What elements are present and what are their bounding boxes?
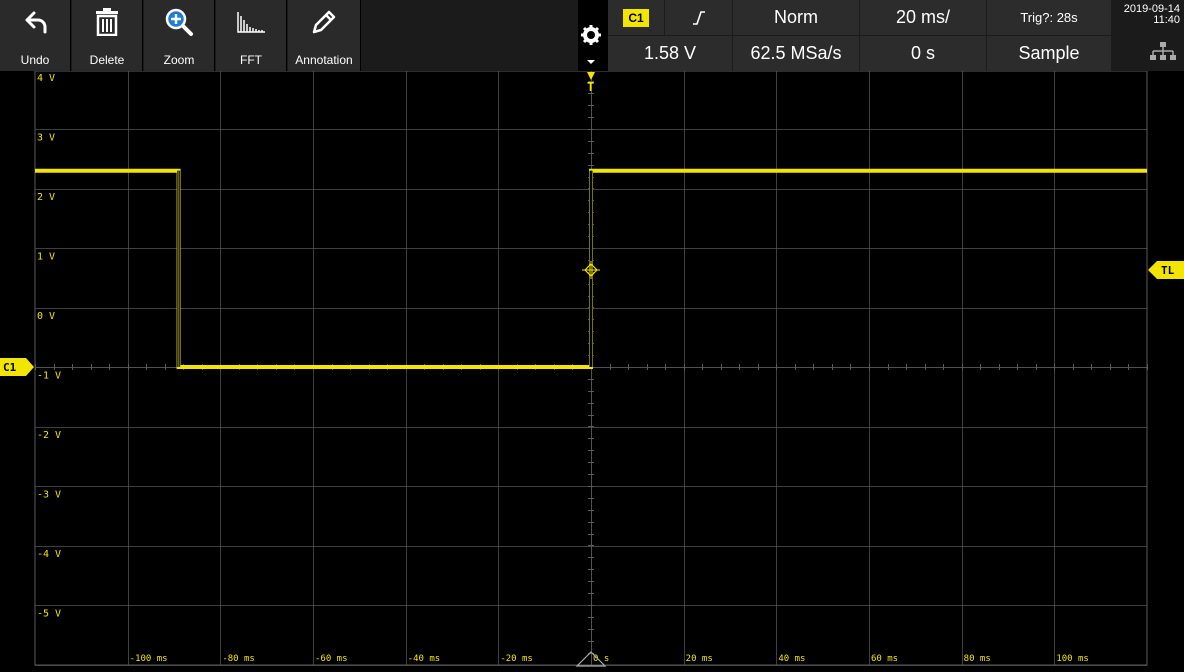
trash-icon xyxy=(72,6,142,38)
annotation-label: Annotation xyxy=(295,53,353,67)
undo-button[interactable]: Undo xyxy=(0,0,71,71)
x-tick-label: 40 ms xyxy=(778,654,805,664)
y-tick-label: 1 V xyxy=(37,252,55,263)
x-tick-label: -60 ms xyxy=(315,654,348,664)
fft-button[interactable]: FFT xyxy=(216,0,287,71)
delete-label: Delete xyxy=(89,53,125,67)
delete-button[interactable]: Delete xyxy=(72,0,143,71)
zoom-icon xyxy=(144,6,214,38)
y-tick-label: 2 V xyxy=(37,192,55,203)
rising-edge-icon xyxy=(692,10,705,25)
network-icon xyxy=(1150,42,1176,65)
annotation-button[interactable]: Annotation xyxy=(288,0,361,71)
y-tick-label: -5 V xyxy=(37,609,61,620)
y-tick-label: 4 V xyxy=(37,73,55,84)
x-tick-label: -100 ms xyxy=(130,654,168,664)
channel-badge: C1 xyxy=(623,8,649,27)
channel-marker-label: C1 xyxy=(3,361,17,374)
fft-icon xyxy=(216,6,286,38)
chevron-down-icon xyxy=(587,60,595,64)
x-tick-label: 60 ms xyxy=(871,654,898,664)
horizontal-position-cell[interactable]: 0 s xyxy=(860,36,986,71)
y-axis-labels: 4 V 3 V 2 V 1 V 0 V -1 V -2 V -3 V -4 V -5 V xyxy=(37,73,61,620)
zoom-label: Zoom xyxy=(163,53,195,67)
waveform-display[interactable]: 4 V 3 V 2 V 1 V 0 V -1 V -2 V -3 V -4 V -5 V -100… xyxy=(0,70,1184,667)
trigger-level-marker-label: TL xyxy=(1161,264,1175,277)
trigger-mode-cell[interactable]: Norm xyxy=(733,0,859,35)
timebase-cell[interactable]: 20 ms/ xyxy=(860,0,986,35)
trigger-position-arrow xyxy=(587,72,595,80)
trigger-level-cell[interactable]: 1.58 V xyxy=(608,36,732,71)
undo-icon xyxy=(0,6,70,38)
toolbar: Undo Delete Zoom FFT Annotation xyxy=(0,0,578,71)
time-text: 11:40 xyxy=(1153,14,1180,26)
fft-label: FFT xyxy=(240,53,262,67)
x-tick-label: -80 ms xyxy=(222,654,255,664)
y-tick-label: 3 V xyxy=(37,133,55,144)
pencil-icon xyxy=(288,6,360,38)
x-tick-label: -40 ms xyxy=(408,654,441,664)
x-tick-label: 100 ms xyxy=(1056,654,1089,664)
y-tick-label: -1 V xyxy=(37,371,61,382)
undo-label: Undo xyxy=(20,53,50,67)
trigger-panel: C1 Norm 20 ms/ Trig?: 28s 1.58 V 62.5 MS… xyxy=(608,0,1184,71)
channel-cell[interactable]: C1 xyxy=(608,0,664,35)
trigger-position-label: T xyxy=(587,80,594,94)
gear-icon[interactable] xyxy=(580,24,602,46)
y-tick-label: -2 V xyxy=(37,430,61,441)
trigger-status-cell[interactable]: Trig?: 28s xyxy=(987,0,1111,35)
x-tick-label: 80 ms xyxy=(964,654,991,664)
acquisition-mode-cell[interactable]: Sample xyxy=(987,36,1111,71)
x-tick-label: -20 ms xyxy=(500,654,533,664)
y-tick-label: 0 V xyxy=(37,311,55,322)
x-tick-label: 20 ms xyxy=(686,654,713,664)
sample-rate-cell[interactable]: 62.5 MSa/s xyxy=(733,36,859,71)
y-tick-label: -4 V xyxy=(37,549,61,560)
y-tick-label: -3 V xyxy=(37,490,61,501)
trigger-slope-cell[interactable] xyxy=(665,0,732,35)
x-axis-labels: -100 ms -80 ms -60 ms -40 ms -20 ms 0 s 20 ms 4… xyxy=(130,654,1089,664)
zoom-button[interactable]: Zoom xyxy=(144,0,215,71)
